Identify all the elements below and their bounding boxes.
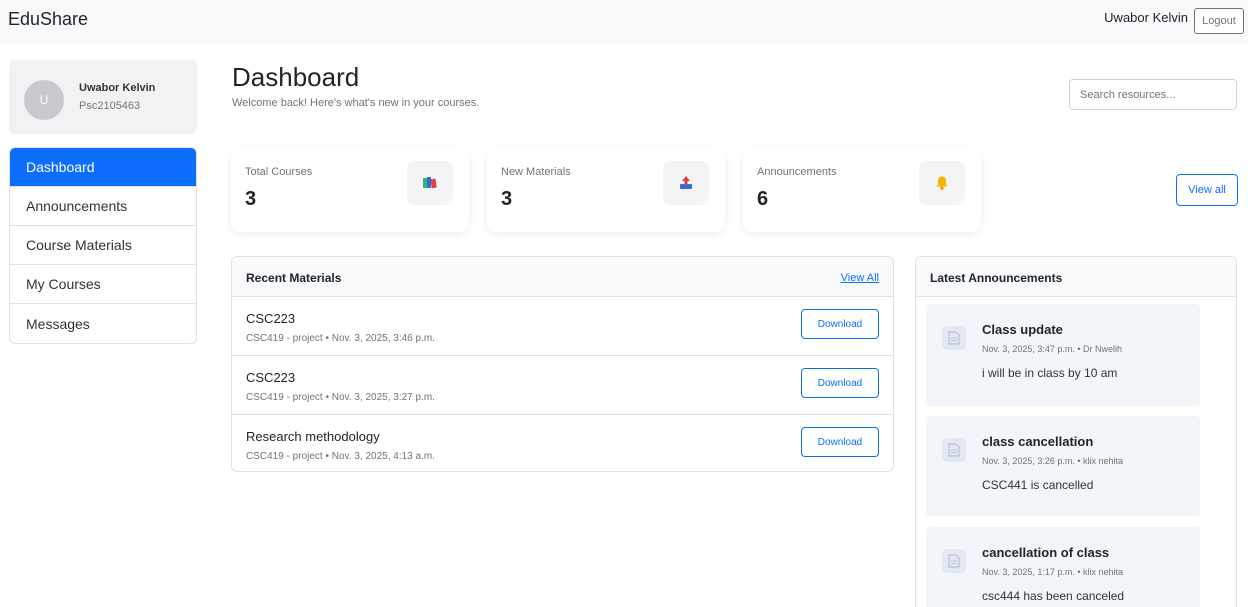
stat-label: Total Courses [245, 166, 313, 178]
avatar: U [24, 80, 64, 120]
view-all-button[interactable]: View all [1176, 174, 1238, 206]
stat-value: 3 [245, 188, 257, 210]
stat-card-new-materials: New Materials 3 [487, 148, 725, 232]
download-button[interactable]: Download [801, 309, 879, 339]
bell-icon [919, 161, 965, 205]
material-title: CSC223 [246, 311, 296, 326]
panel-header: Recent Materials View All [232, 257, 893, 297]
material-meta: CSC419 - project • Nov. 3, 2025, 3:27 p.… [246, 392, 435, 403]
sidebar-item-messages[interactable]: Messages [10, 304, 196, 343]
panel-title: Recent Materials [246, 271, 342, 285]
stat-label: Announcements [757, 166, 837, 178]
profile-card: U Uwabor Kelvin Psc2105463 [9, 60, 197, 134]
document-icon [942, 549, 966, 573]
sidebar-item-announcements[interactable]: Announcements [10, 187, 196, 226]
sidebar-item-my-courses[interactable]: My Courses [10, 265, 196, 304]
announcement-title: class cancellation [982, 434, 1094, 449]
search-input[interactable] [1069, 79, 1237, 110]
books-icon [407, 161, 453, 205]
download-button[interactable]: Download [801, 427, 879, 457]
page-subtitle: Welcome back! Here's what's new in your … [232, 97, 480, 109]
announcement-item[interactable]: Class update Nov. 3, 2025, 3:47 p.m. • D… [926, 304, 1200, 406]
profile-name: Uwabor Kelvin [79, 82, 156, 94]
stat-card-total-courses: Total Courses 3 [231, 148, 469, 232]
sidebar-item-dashboard[interactable]: Dashboard [10, 148, 196, 187]
list-item: Research methodology CSC419 - project • … [232, 415, 893, 471]
announcement-title: cancellation of class [982, 545, 1110, 560]
material-meta: CSC419 - project • Nov. 3, 2025, 4:13 a.… [246, 451, 435, 462]
material-title: CSC223 [246, 370, 296, 385]
stat-value: 3 [501, 188, 513, 210]
panel-header: Latest Announcements [916, 257, 1236, 297]
stat-label: New Materials [501, 166, 571, 178]
page-title: Dashboard [232, 62, 360, 92]
download-button[interactable]: Download [801, 368, 879, 398]
announcement-body: CSC441 is cancelled [982, 478, 1094, 492]
material-meta: CSC419 - project • Nov. 3, 2025, 3:46 p.… [246, 333, 435, 344]
view-all-materials-link[interactable]: View All [841, 272, 879, 284]
sidebar-nav: Dashboard Announcements Course Materials… [9, 147, 197, 344]
list-item: CSC223 CSC419 - project • Nov. 3, 2025, … [232, 356, 893, 415]
announcement-item[interactable]: class cancellation Nov. 3, 2025, 3:26 p.… [926, 416, 1200, 516]
profile-id: Psc2105463 [79, 100, 141, 112]
stat-value: 6 [757, 188, 769, 210]
announcement-title: Class update [982, 322, 1063, 337]
document-icon [942, 438, 966, 462]
announcement-item[interactable]: cancellation of class Nov. 3, 2025, 1:17… [926, 527, 1200, 607]
announcement-meta: Nov. 3, 2025, 1:17 p.m. • klix nehita [982, 567, 1124, 577]
announcement-body: csc444 has been canceled [982, 589, 1125, 603]
stat-card-announcements: Announcements 6 [743, 148, 981, 232]
announcement-body: i will be in class by 10 am [982, 366, 1118, 380]
top-navbar: EduShare Uwabor Kelvin Logout [0, 0, 1248, 44]
recent-materials-panel: Recent Materials View All CSC223 CSC419 … [231, 256, 894, 472]
logout-button[interactable]: Logout [1194, 8, 1244, 34]
navbar-user-name: Uwabor Kelvin [1104, 10, 1188, 25]
sidebar-item-course-materials[interactable]: Course Materials [10, 226, 196, 265]
latest-announcements-panel: Latest Announcements Class update Nov. 3… [915, 256, 1237, 607]
announcement-meta: Nov. 3, 2025, 3:47 p.m. • Dr Nwelih [982, 344, 1123, 354]
brand-logo-text[interactable]: EduShare [8, 9, 88, 30]
panel-title: Latest Announcements [930, 271, 1063, 285]
announcement-meta: Nov. 3, 2025, 3:26 p.m. • klix nehita [982, 456, 1124, 466]
document-icon [942, 326, 966, 350]
upload-icon [663, 161, 709, 205]
list-item: CSC223 CSC419 - project • Nov. 3, 2025, … [232, 297, 893, 356]
material-title: Research methodology [246, 429, 380, 444]
